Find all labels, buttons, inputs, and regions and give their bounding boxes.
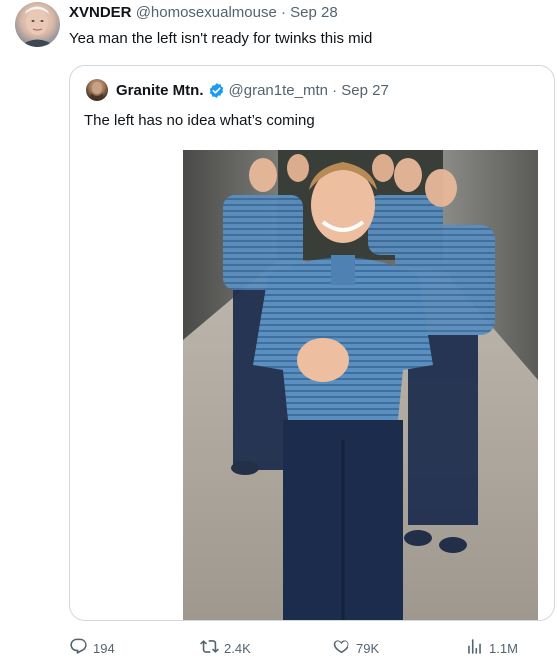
reply-icon: [69, 637, 93, 659]
quoted-tweet-text: The left has no idea what’s coming: [84, 112, 315, 129]
quoted-tweet[interactable]: Granite Mtn. @gran1te_mtn · Sep 27 The l…: [69, 65, 555, 621]
repost-icon: [200, 637, 224, 659]
quoted-tweet-photo[interactable]: [183, 150, 538, 620]
reply-count: 194: [93, 640, 115, 656]
author-avatar[interactable]: [15, 2, 60, 47]
tweet-header: XVNDER @homosexualmouse · Sep 28: [69, 4, 338, 21]
author-handle-time[interactable]: @homosexualmouse · Sep 28: [136, 4, 338, 21]
tweet-text: Yea man the left isn't ready for twinks …: [69, 30, 373, 47]
author-name[interactable]: XVNDER: [69, 4, 132, 21]
quoted-author-handle-time[interactable]: @gran1te_mtn · Sep 27: [229, 82, 389, 99]
like-count: 79K: [356, 640, 380, 656]
views-count: 1.1M: [489, 640, 518, 656]
reply-button[interactable]: 194: [69, 637, 115, 659]
action-bar: 194 2.4K 79K 1.1M: [0, 637, 557, 659]
quoted-tweet-header: Granite Mtn. @gran1te_mtn · Sep 27: [116, 82, 389, 99]
quoted-author-name[interactable]: Granite Mtn.: [116, 82, 204, 99]
views-icon: [465, 637, 489, 659]
verified-badge-icon: [208, 82, 225, 99]
like-icon: [332, 637, 356, 659]
quoted-author-avatar[interactable]: [86, 79, 108, 101]
like-button[interactable]: 79K: [332, 637, 379, 659]
repost-count: 2.4K: [224, 640, 251, 656]
views-button[interactable]: 1.1M: [465, 637, 518, 659]
repost-button[interactable]: 2.4K: [200, 637, 251, 659]
